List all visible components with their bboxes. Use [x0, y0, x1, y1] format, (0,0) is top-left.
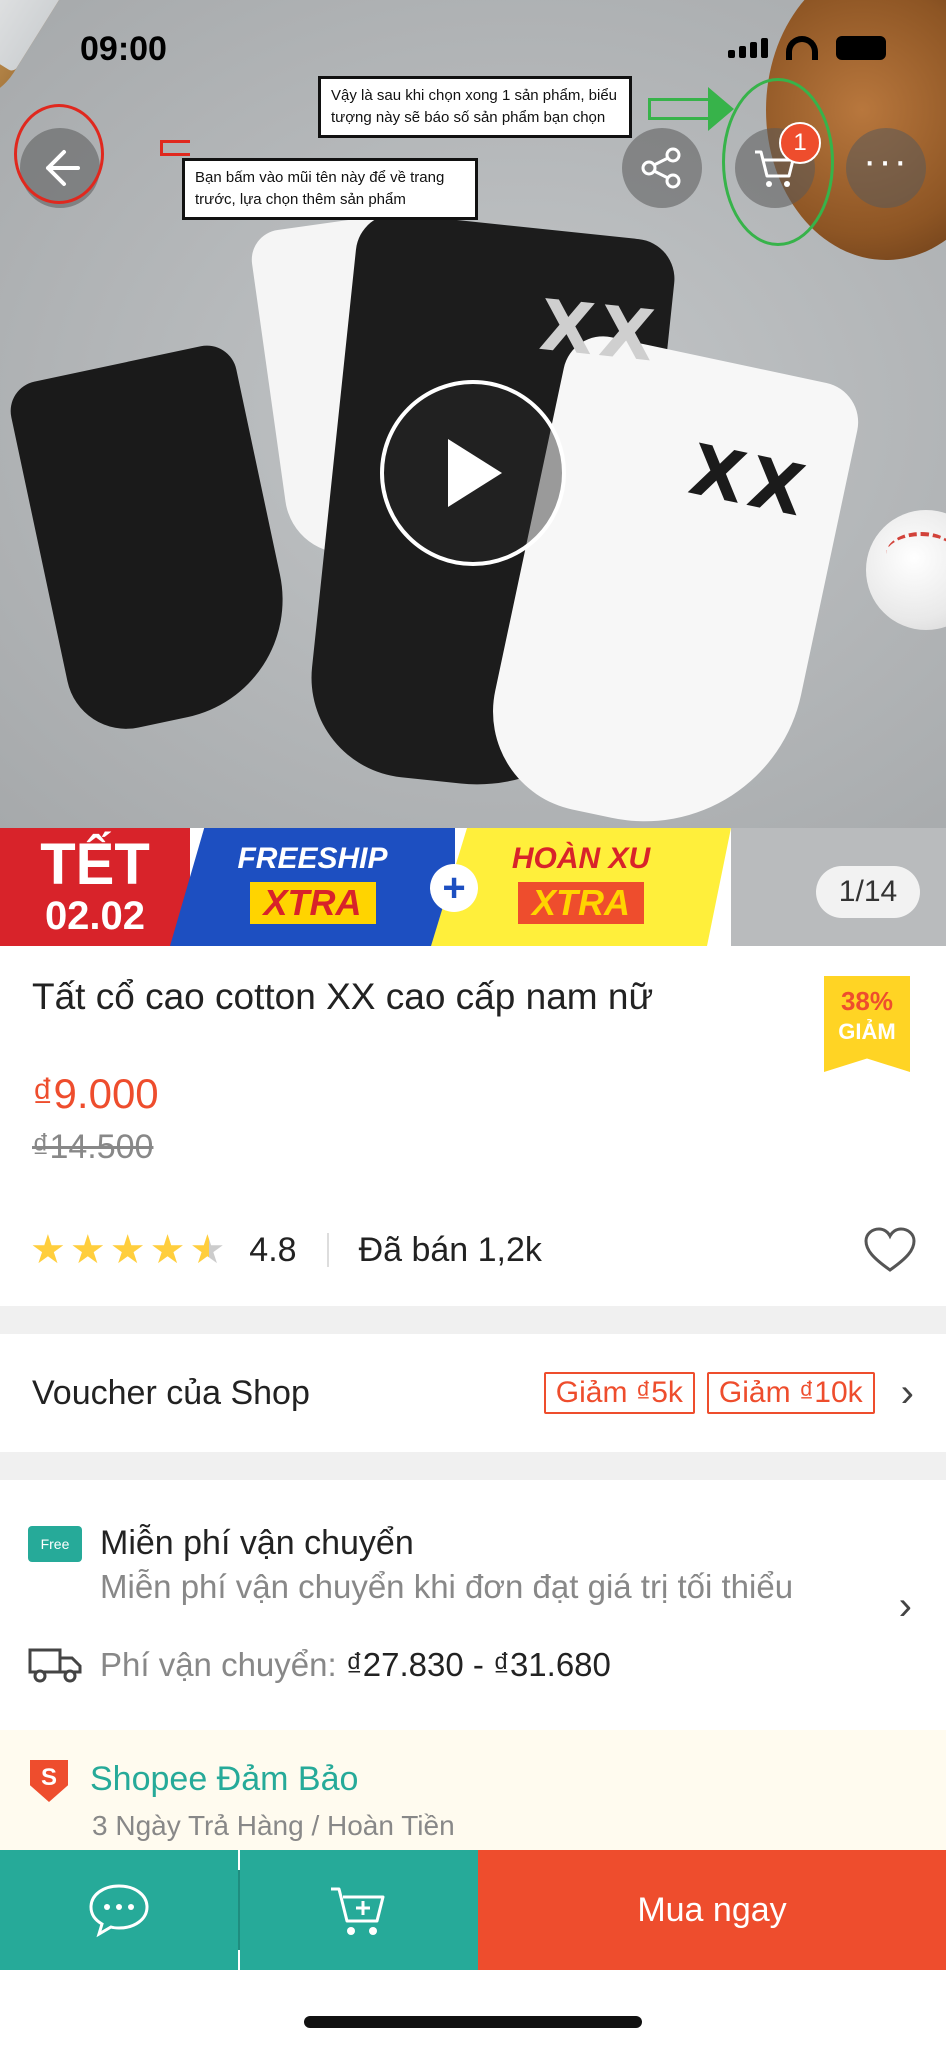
star-icon: ★	[109, 1228, 146, 1272]
star-icon: ★	[30, 1228, 66, 1272]
home-indicator[interactable]	[304, 2016, 642, 2028]
voucher-tags: Giảm ₫5k Giảm ₫10k ›	[543, 1370, 914, 1416]
voucher-tag: Giảm ₫10k	[706, 1372, 875, 1414]
add-to-cart-icon	[331, 1887, 385, 1935]
xtra-label: XTRA	[518, 882, 644, 924]
tet-label: TẾT	[40, 832, 150, 897]
red-arrow-icon	[160, 140, 190, 156]
buy-now-button[interactable]: Mua ngay	[478, 1850, 946, 1970]
signal-icon	[728, 38, 768, 58]
voucher-tag: Giảm ₫5k	[543, 1372, 695, 1414]
bottom-action-bar: Mua ngay	[0, 1850, 946, 1970]
favorite-button[interactable]	[860, 1222, 920, 1278]
truck-icon	[28, 1648, 82, 1683]
green-arrow-icon	[648, 87, 734, 131]
voucher-label: Voucher của Shop	[32, 1373, 310, 1412]
share-button[interactable]	[622, 128, 702, 208]
plus-icon: +	[430, 864, 478, 912]
divider	[326, 1233, 329, 1267]
shopee-guarantee[interactable]: S Shopee Đảm Bảo 3 Ngày Trả Hàng / Hoàn …	[0, 1730, 946, 1850]
back-highlight-ring	[14, 104, 104, 204]
more-icon: ···	[863, 139, 909, 183]
chat-button[interactable]	[0, 1850, 238, 1970]
baseball-prop	[866, 510, 946, 630]
freeship-xtra-badge: FREESHIP XTRA	[170, 828, 455, 946]
rating-stars: ★ ★ ★ ★ ★	[30, 1230, 225, 1270]
star-icon: ★	[69, 1228, 106, 1272]
price: ₫9.000	[32, 1070, 159, 1117]
shipping-subtitle: Miễn phí vận chuyển khi đơn đạt giá trị …	[100, 1568, 794, 1605]
play-icon	[448, 439, 502, 507]
rating-value: 4.8	[249, 1230, 297, 1269]
wifi-icon	[786, 36, 818, 60]
sold-count: Đã bán 1,2k	[358, 1230, 542, 1269]
star-icon: ★	[149, 1228, 186, 1272]
shipping-section[interactable]: Free Miễn phí vận chuyển Miễn phí vận ch…	[0, 1480, 946, 1730]
shop-voucher-row[interactable]: Voucher của Shop Giảm ₫5k Giảm ₫10k ›	[0, 1334, 946, 1452]
xtra-label: XTRA	[249, 882, 376, 924]
share-icon	[641, 147, 681, 189]
shipping-fee-label: Phí vận chuyển:	[100, 1646, 346, 1683]
image-counter: 1/14	[816, 866, 920, 918]
play-video-button[interactable]	[380, 380, 566, 566]
promo-banner[interactable]: TẾT 02.02 FREESHIP XTRA HOÀN XU XTRA +	[0, 828, 946, 946]
status-time: 09:00	[80, 30, 167, 68]
chevron-right-icon: ›	[898, 1584, 912, 1628]
discount-percent: 38%	[840, 986, 894, 1016]
original-price: ₫14.500	[32, 1128, 154, 1166]
rating-row: ★ ★ ★ ★ ★ 4.8 Đã bán 1,2k	[30, 1222, 920, 1278]
status-icons	[728, 36, 886, 60]
free-shipping-icon: Free	[28, 1526, 82, 1562]
battery-icon	[836, 36, 886, 60]
guarantee-subtitle: 3 Ngày Trả Hàng / Hoàn Tiền	[92, 1810, 455, 1841]
cart-highlight-ring	[722, 78, 834, 246]
heart-icon	[864, 1227, 916, 1272]
shield-icon: S	[30, 1760, 68, 1802]
chevron-right-icon: ›	[900, 1370, 914, 1415]
chat-icon	[89, 1884, 149, 1938]
sock-black-folded	[5, 340, 305, 740]
cart-annotation-note: Vậy là sau khi chọn xong 1 sản phẩm, biể…	[318, 76, 632, 138]
guarantee-title: Shopee Đảm Bảo	[90, 1760, 359, 1798]
half-star-icon: ★	[189, 1228, 226, 1272]
discount-badge: 38% GIẢM	[824, 976, 910, 1072]
xx-print-grey: XX	[536, 283, 664, 379]
add-to-cart-button[interactable]	[240, 1850, 478, 1970]
shipping-fee: Phí vận chuyển: ₫27.830 - ₫31.680	[100, 1646, 611, 1684]
discount-label: GIẢM	[838, 1019, 896, 1044]
product-title: Tất cổ cao cotton XX cao cấp nam nữ	[32, 976, 654, 1017]
hoanxu-label: HOÀN XU	[511, 842, 651, 875]
shipping-title: Miễn phí vận chuyển	[100, 1524, 414, 1562]
back-annotation-note: Bạn bấm vào mũi tên này để về trang trướ…	[182, 158, 478, 220]
more-button[interactable]: ···	[846, 128, 926, 208]
tet-date: 02.02	[44, 894, 146, 938]
freeship-label: FREESHIP	[237, 842, 388, 875]
shipping-fee-range: ₫27.830 - ₫31.680	[345, 1646, 611, 1683]
tet-badge: TẾT 02.02	[0, 828, 190, 946]
